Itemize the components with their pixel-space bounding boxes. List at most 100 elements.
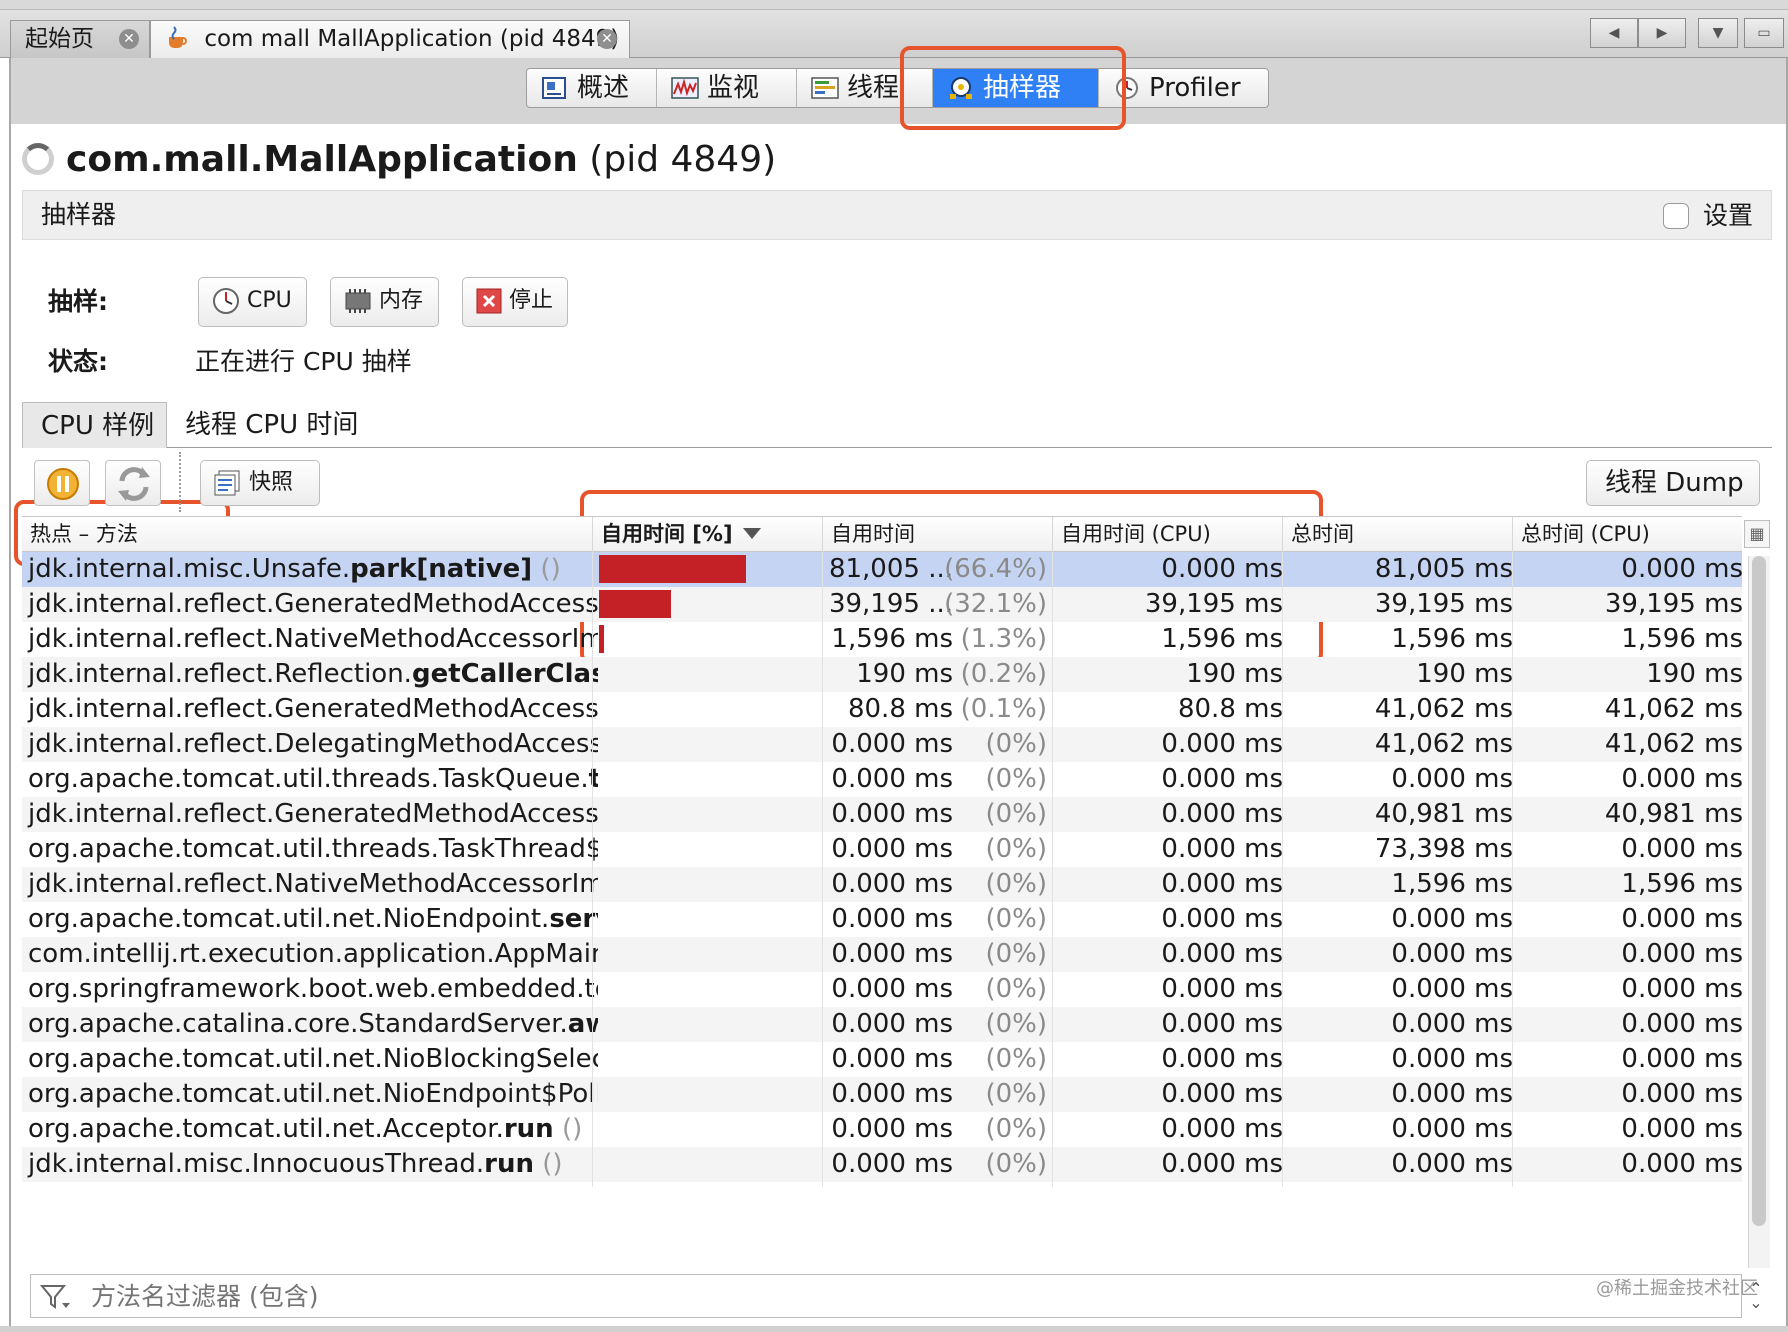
column-header-self-time-percent[interactable]: 自用时间 [%]	[592, 517, 822, 552]
total-time-cpu-cell: 0.000 ms	[1512, 832, 1742, 872]
self-time-cell: 0.000 ms (0%)	[822, 937, 1053, 977]
total-time-cpu-cell: 0.000 ms	[1512, 762, 1742, 802]
highlight-sampler-tab	[900, 46, 1126, 130]
doc-tab-mall-application[interactable]: com mall MallApplication (pid 4849) ✕	[150, 20, 630, 58]
doc-tab-label: com mall MallApplication (pid 4849)	[204, 26, 620, 52]
filter-funnel-icon[interactable]	[40, 1283, 72, 1311]
tab-thread-cpu-time[interactable]: 线程 CPU 时间	[167, 402, 397, 448]
tab-overview[interactable]: 概述	[527, 69, 657, 107]
total-time-cell: 73,398 ms	[1282, 832, 1521, 872]
memory-sampling-button[interactable]: 内存	[330, 277, 439, 327]
app-name: com.mall.MallApplication	[66, 139, 578, 180]
table-row[interactable]: jdk.internal.reflect.GeneratedMethodAcce…	[22, 587, 1742, 627]
self-time-cpu-cell: 39,195 ms	[1052, 587, 1291, 627]
self-time-cpu-cell: 0.000 ms	[1052, 1077, 1291, 1117]
column-header-method[interactable]: 热点 – 方法	[22, 517, 592, 552]
column-chooser-icon[interactable]: ▦	[1744, 520, 1770, 548]
table-row[interactable]: org.apache.tomcat.util.net.Acceptor.run …	[22, 1112, 1742, 1152]
self-time-cpu-cell: 0.000 ms	[1052, 1007, 1291, 1047]
total-time-cell: 0.000 ms	[1282, 1147, 1521, 1187]
self-time-bar-cell	[592, 1007, 823, 1047]
total-time-cell: 40,981 ms	[1282, 797, 1521, 837]
watermark-text: @稀土掘金技术社区	[1596, 1278, 1758, 1299]
settings-checkbox[interactable]	[1663, 203, 1689, 229]
total-time-cell: 1,596 ms	[1282, 622, 1521, 662]
self-time-value: 0.000 ms	[831, 729, 953, 759]
self-time-cpu-cell: 0.000 ms	[1052, 902, 1291, 942]
table-row[interactable]: com.intellij.rt.execution.application.Ap…	[22, 937, 1742, 977]
self-time-percent: (0%)	[985, 729, 1047, 759]
scrollbar-thumb[interactable]	[1752, 556, 1766, 1226]
table-header: 热点 – 方法 自用时间 [%] 自用时间 自用时间 (CPU) 总时间 总时间…	[22, 516, 1742, 552]
pause-button[interactable]	[34, 460, 90, 506]
self-time-value: 0.000 ms	[831, 1149, 953, 1179]
total-time-cpu-cell: 0.000 ms	[1512, 1077, 1742, 1117]
self-time-cell: 0.000 ms (0%)	[822, 867, 1053, 907]
table-row[interactable]: jdk.internal.reflect.NativeMethodAccesso…	[22, 622, 1742, 662]
method-name: jdk.internal.reflect.Reflection.getCalle…	[28, 659, 598, 689]
cpu-sampling-button[interactable]: CPU	[198, 277, 307, 327]
table-row[interactable]: org.apache.tomcat.util.threads.TaskQueue…	[22, 762, 1742, 802]
result-tabs: CPU 样例 线程 CPU 时间	[22, 402, 1772, 448]
total-time-cpu-cell: 1,596 ms	[1512, 867, 1742, 907]
snapshot-icon	[214, 470, 240, 496]
java-cup-icon	[169, 26, 187, 48]
method-filter-input[interactable]	[30, 1274, 1742, 1318]
close-icon[interactable]: ✕	[119, 29, 139, 49]
total-time-cell: 0.000 ms	[1282, 937, 1521, 977]
table-row[interactable]: org.apache.tomcat.util.net.NioEndpoint$P…	[22, 1077, 1742, 1117]
memory-chip-icon	[345, 289, 371, 313]
refresh-button[interactable]	[105, 460, 161, 506]
table-row[interactable]: org.apache.catalina.core.StandardServer.…	[22, 1007, 1742, 1047]
column-header-total-time-cpu[interactable]: 总时间 (CPU)	[1512, 517, 1742, 552]
total-time-cpu-cell: 190 ms	[1512, 657, 1742, 697]
filter-spinner-icon[interactable]: ⌃ ⌄	[1744, 1281, 1768, 1312]
table-row[interactable]: org.springframework.boot.web.embedded.to…	[22, 972, 1742, 1012]
tab-monitor[interactable]: 监视	[657, 69, 797, 107]
column-header-total-time[interactable]: 总时间	[1282, 517, 1512, 552]
page-title: com.mall.MallApplication (pid 4849)	[66, 138, 776, 182]
table-row[interactable]: jdk.internal.reflect.NativeMethodAccesso…	[22, 867, 1742, 907]
scroll-tabs-left-button[interactable]: ◀	[1590, 18, 1638, 48]
scroll-tabs-right-button[interactable]: ▶	[1638, 18, 1686, 48]
table-row[interactable]: org.apache.tomcat.util.threads.TaskThrea…	[22, 832, 1742, 872]
doc-tab-start-page[interactable]: 起始页 ✕	[10, 20, 150, 58]
self-time-cell: 0.000 ms (0%)	[822, 1147, 1053, 1187]
tab-list-dropdown-button[interactable]: ▼	[1698, 18, 1738, 48]
self-time-value: 0.000 ms	[831, 799, 953, 829]
tab-cpu-samples[interactable]: CPU 样例	[22, 402, 167, 448]
column-header-self-time-cpu[interactable]: 自用时间 (CPU)	[1052, 517, 1282, 552]
self-time-percent: (0%)	[985, 974, 1047, 1004]
total-time-cell: 41,062 ms	[1282, 727, 1521, 767]
table-row[interactable]: jdk.internal.reflect.Reflection.getCalle…	[22, 657, 1742, 697]
table-row[interactable]: jdk.internal.misc.InnocuousThread.run ()…	[22, 1147, 1742, 1187]
method-name: org.apache.tomcat.util.net.NioEndpoint$P…	[28, 1079, 598, 1109]
self-time-percent: (0%)	[985, 1044, 1047, 1074]
method-name: jdk.internal.reflect.DelegatingMethodAcc…	[28, 729, 598, 759]
stop-sampling-button[interactable]: 停止	[462, 277, 568, 327]
table-row[interactable]: jdk.internal.reflect.GeneratedMethodAcce…	[22, 797, 1742, 837]
table-row[interactable]: jdk.internal.reflect.GeneratedMethodAcce…	[22, 692, 1742, 732]
total-time-cell: 39,195 ms	[1282, 587, 1521, 627]
thread-dump-button[interactable]: 线程 Dump	[1586, 460, 1760, 506]
self-time-cell: 0.000 ms (0%)	[822, 1042, 1053, 1082]
total-time-cpu-cell: 0.000 ms	[1512, 1147, 1742, 1187]
self-time-value: 0.000 ms	[831, 1009, 953, 1039]
self-time-value: 0.000 ms	[831, 974, 953, 1004]
self-time-cell: 0.000 ms (0%)	[822, 902, 1053, 942]
maximize-window-button[interactable]: ▭	[1744, 18, 1784, 48]
snapshot-button[interactable]: 快照	[200, 460, 320, 506]
status-label: 状态:	[48, 347, 108, 376]
self-time-cell: 1,596 ms (1.3%)	[822, 622, 1053, 662]
self-time-bar-cell	[592, 797, 823, 837]
column-header-self-time[interactable]: 自用时间	[822, 517, 1052, 552]
total-time-cell: 1,596 ms	[1282, 867, 1521, 907]
self-time-cpu-cell: 0.000 ms	[1052, 762, 1291, 802]
table-row[interactable]: org.apache.tomcat.util.net.NioBlockingSe…	[22, 1042, 1742, 1082]
self-time-cell: 0.000 ms (0%)	[822, 762, 1053, 802]
table-row[interactable]: jdk.internal.misc.Unsafe.park[native] ()…	[22, 552, 1742, 592]
table-row[interactable]: jdk.internal.reflect.DelegatingMethodAcc…	[22, 727, 1742, 767]
close-icon[interactable]: ✕	[597, 29, 617, 49]
table-row[interactable]: org.apache.tomcat.util.net.NioEndpoint.s…	[22, 902, 1742, 942]
total-time-cell: 0.000 ms	[1282, 1042, 1521, 1082]
